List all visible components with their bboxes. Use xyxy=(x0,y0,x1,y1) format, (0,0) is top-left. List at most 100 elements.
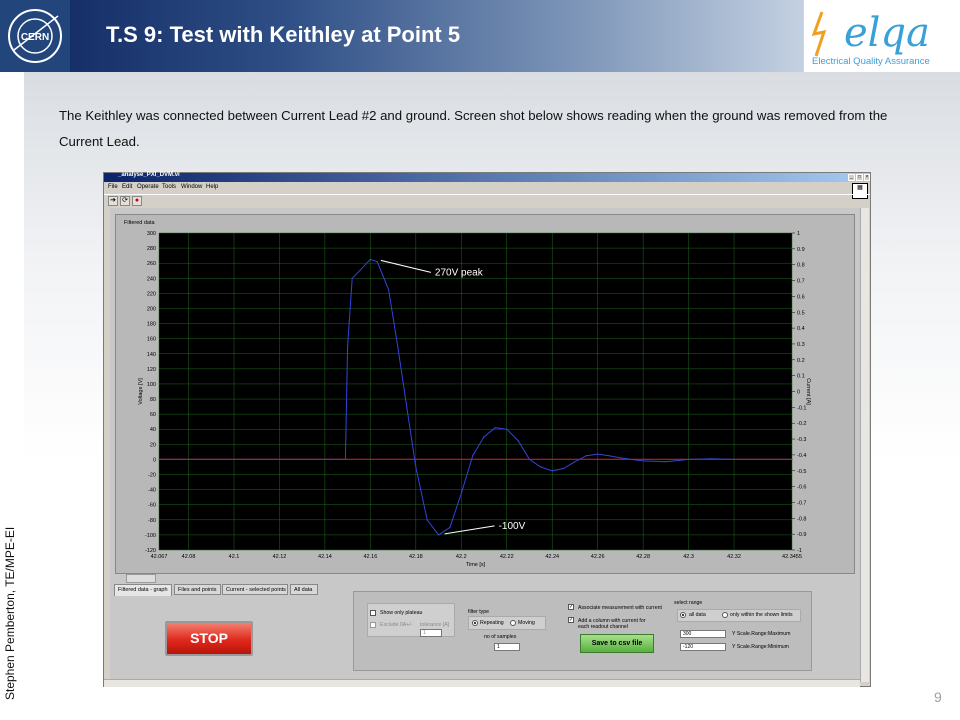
y2-tick-label: 0.6 xyxy=(797,294,805,300)
data-point xyxy=(376,261,378,263)
x-tick-label: 42.12 xyxy=(273,554,287,560)
data-point xyxy=(344,458,346,461)
annotation-label: 270V peak xyxy=(435,267,484,278)
add-column-checkbox[interactable]: ✓ xyxy=(568,617,574,623)
data-point xyxy=(597,453,599,455)
tab-filtered-graph[interactable]: Filtered data - graph xyxy=(114,584,172,596)
x-tick-label: 42.16 xyxy=(363,554,377,560)
data-point xyxy=(426,519,428,521)
slide-title: T.S 9: Test with Keithley at Point 5 xyxy=(106,22,461,47)
stop-button[interactable]: STOP xyxy=(165,621,253,656)
elqa-logo-caption: Electrical Quality Assurance xyxy=(812,56,930,67)
labview-window: _analyse_PXI_DVM.vi _ □ × File Edit Oper… xyxy=(103,172,871,687)
data-point xyxy=(347,345,349,347)
data-point xyxy=(158,458,160,461)
y2-tick-label: 0.5 xyxy=(797,310,805,316)
vertical-scrollbar[interactable] xyxy=(860,208,869,682)
x-tick-label: 42.08 xyxy=(182,554,196,560)
y2-tick-label: 0 xyxy=(797,390,800,396)
cern-logo: CERN xyxy=(0,0,70,72)
x-tick-label: 42.18 xyxy=(409,554,423,560)
y-tick-label: 180 xyxy=(147,322,156,328)
range-all-label: all data xyxy=(689,612,706,618)
y2-tick-label: -0.8 xyxy=(797,516,806,522)
save-csv-button[interactable]: Save to csv file xyxy=(580,634,654,653)
range-limits-radio[interactable] xyxy=(722,612,728,618)
plot-area xyxy=(159,233,792,550)
y2-axis-label: Current [A] xyxy=(805,378,811,405)
tolerance-input[interactable]: 1 xyxy=(420,629,442,637)
cern-logo-graphic: CERN xyxy=(8,9,62,63)
data-point xyxy=(517,439,519,442)
y2-tick-label: -0.3 xyxy=(797,437,806,443)
y-tick-label: 300 xyxy=(147,231,156,237)
x-tick-label: 42.28 xyxy=(636,554,650,560)
data-point xyxy=(472,455,474,457)
y-tick-label: 80 xyxy=(150,397,156,403)
data-point xyxy=(619,457,621,459)
exclude-label: Exclude 0A+/- xyxy=(380,622,413,628)
filter-moving-label: Moving xyxy=(518,620,535,626)
graph-palette[interactable] xyxy=(126,574,156,583)
y2-tick-label: -0.7 xyxy=(797,500,806,506)
x-tick-label: 42.067 xyxy=(151,554,168,560)
show-plateau-checkbox[interactable] xyxy=(370,610,376,616)
cern-logo-text: CERN xyxy=(21,32,49,43)
data-point xyxy=(791,458,793,461)
tab-files-points[interactable]: Files and points xyxy=(174,584,221,595)
x-tick-label: 42.32 xyxy=(727,554,741,560)
y2-tick-label: 0.8 xyxy=(797,263,805,269)
select-range-label: select range xyxy=(674,600,703,606)
tolerance-label: tolerance [A] xyxy=(420,622,450,628)
page-number: 9 xyxy=(934,689,942,705)
y2-tick-label: 0.7 xyxy=(797,279,805,285)
elqa-logo: elqa Electrical Quality Assurance xyxy=(803,0,960,72)
samples-input[interactable]: 1 xyxy=(494,643,520,651)
y-tick-label: 240 xyxy=(147,276,156,282)
data-point xyxy=(449,526,451,528)
ymax-label: Y Scale.Range:Maximum xyxy=(732,631,791,637)
ymax-input[interactable]: 300 xyxy=(680,630,726,638)
data-point xyxy=(233,458,235,461)
y2-tick-label: 1 xyxy=(797,231,800,237)
slide-header: CERN T.S 9: Test with Keithley at Point … xyxy=(0,0,960,72)
filter-type-label: filter type xyxy=(468,609,490,615)
y-tick-label: 260 xyxy=(147,261,156,267)
exclude-checkbox[interactable] xyxy=(370,622,376,628)
associate-checkbox[interactable]: ✓ xyxy=(568,604,574,610)
y-tick-label: 0 xyxy=(153,457,156,463)
add-column-label-2: each readout channel xyxy=(578,624,628,630)
tab-all-data[interactable]: All data xyxy=(290,584,318,595)
x-tick-label: 42.3455 xyxy=(782,554,802,560)
x-tick-label: 42.24 xyxy=(545,554,559,560)
data-point xyxy=(437,534,440,536)
data-point xyxy=(324,458,326,461)
waveform-graph[interactable]: 3002802602402202001801601401201008060402… xyxy=(104,173,870,583)
ymin-label: Y Scale.Range:Minimum xyxy=(732,644,789,650)
filter-repeating-radio[interactable] xyxy=(472,620,478,626)
x-tick-label: 42.22 xyxy=(500,554,514,560)
y2-tick-label: -0.5 xyxy=(797,469,806,475)
annotation-label: -100V xyxy=(499,521,526,532)
y2-tick-label: 0.9 xyxy=(797,247,805,253)
y2-tick-label: 0.3 xyxy=(797,342,805,348)
y-tick-label: 280 xyxy=(147,246,156,252)
filter-moving-radio[interactable] xyxy=(510,620,516,626)
ymin-input[interactable]: -120 xyxy=(680,643,726,651)
show-plateau-label: Show only plateau xyxy=(380,610,423,616)
range-all-radio[interactable] xyxy=(680,612,686,618)
tab-current-selected[interactable]: Current - selected points xyxy=(222,584,288,595)
y2-tick-label: -0.9 xyxy=(797,532,806,538)
y-tick-label: 220 xyxy=(147,291,156,297)
data-point xyxy=(397,345,399,347)
data-point xyxy=(642,460,644,462)
x-tick-label: 42.14 xyxy=(318,554,332,560)
data-point xyxy=(387,289,390,291)
y-tick-label: -40 xyxy=(148,488,156,494)
y2-tick-label: 0.2 xyxy=(797,358,805,364)
data-point xyxy=(585,455,587,457)
data-point xyxy=(369,258,371,261)
y-tick-label: -100 xyxy=(145,533,156,539)
horizontal-scrollbar[interactable] xyxy=(104,679,860,687)
x-tick-label: 42.2 xyxy=(456,554,467,560)
